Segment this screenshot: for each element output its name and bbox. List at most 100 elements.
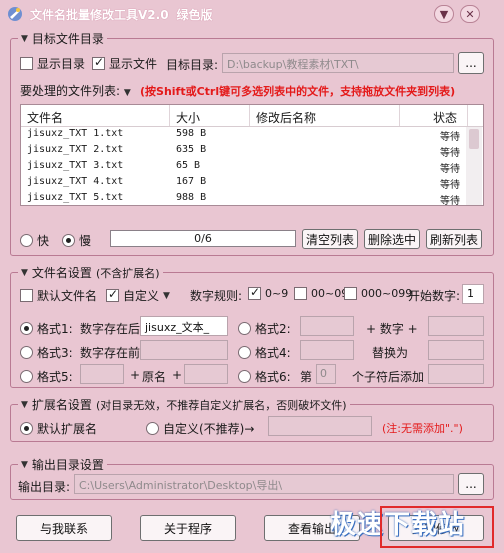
custom-ext-dot[interactable]	[146, 422, 159, 435]
collapse-triangle-icon[interactable]: ▼	[21, 400, 28, 410]
format3-dot[interactable]	[20, 346, 33, 359]
table-row[interactable]: jisuxz_TXT 5.txt 988 B 等待	[21, 191, 483, 205]
file-list-hint: (按Shift或Ctrl键可多选列表中的文件，支持拖放文件夹到列表)	[140, 85, 456, 98]
cell-filename: jisuxz_TXT 2.txt	[27, 144, 124, 155]
digit-rule-000-099-checkbox[interactable]: 000~099	[344, 287, 412, 300]
file-list-label-text: 要处理的文件列表:	[20, 84, 121, 98]
close-button[interactable]: ✕	[460, 5, 480, 23]
cell-status: 等待	[440, 164, 460, 175]
default-filename-check[interactable]	[20, 289, 33, 302]
format1-dot[interactable]	[20, 322, 33, 335]
format2-radio[interactable]: 格式2:	[238, 320, 291, 337]
output-dir-browse-button[interactable]: ...	[458, 473, 484, 495]
default-filename-checkbox[interactable]: 默认文件名	[20, 287, 97, 304]
digit-rule-0-9-check[interactable]	[248, 285, 261, 300]
refresh-list-button[interactable]: 刷新列表	[426, 229, 482, 249]
format1-input[interactable]: jisuxz_文本_	[140, 316, 228, 336]
table-row[interactable]: jisuxz_TXT 1.txt 598 B 等待	[21, 127, 483, 143]
target-dir-field[interactable]: D:\backup\教程素材\TXT\	[222, 53, 454, 73]
list-options-triangle-icon[interactable]: ▼	[124, 88, 131, 98]
show-dirs-check[interactable]	[20, 57, 33, 70]
format4-dot[interactable]	[238, 346, 251, 359]
delete-selected-button[interactable]: 删除选中	[364, 229, 420, 249]
cell-new-name	[250, 143, 400, 159]
file-list-table[interactable]: 文件名 大小 修改后名称 状态 jisuxz_TXT 1.txt 598 B 等…	[20, 104, 484, 206]
speed-fast-radio[interactable]: 快	[20, 232, 49, 249]
show-files-checkbox[interactable]: 显示文件	[92, 55, 157, 72]
col-filename[interactable]: 文件名	[21, 105, 170, 126]
format3-input[interactable]	[140, 340, 228, 360]
format2-prefix-input[interactable]	[300, 316, 354, 336]
table-scrollbar[interactable]	[466, 127, 482, 205]
cell-size: 167 B	[176, 176, 207, 187]
format5-dot[interactable]	[20, 370, 33, 383]
format2-desc: + 数字 +	[366, 322, 418, 336]
collapse-triangle-icon[interactable]: ▼	[21, 268, 28, 278]
digit-rule-0-9-label: 0~9	[265, 287, 289, 300]
collapse-triangle-icon[interactable]: ▼	[21, 34, 28, 44]
format5-prefix-input[interactable]	[80, 364, 124, 384]
show-dirs-checkbox[interactable]: 显示目录	[20, 55, 85, 72]
speed-slow-dot[interactable]	[62, 234, 75, 247]
format6-radio[interactable]: 格式6:	[238, 368, 291, 385]
digit-rule-00-09-check[interactable]	[294, 287, 307, 300]
default-ext-radio[interactable]: 默认扩展名	[20, 420, 97, 437]
format6-pre: 第	[300, 370, 313, 384]
col-new-name[interactable]: 修改后名称	[250, 105, 400, 126]
speed-fast-dot[interactable]	[20, 234, 33, 247]
table-row[interactable]: jisuxz_TXT 4.txt 167 B 等待	[21, 175, 483, 191]
format6-insert-input[interactable]	[428, 364, 484, 384]
show-files-check[interactable]	[92, 55, 105, 70]
format6-position-input[interactable]: 0	[316, 364, 336, 384]
digit-rule-000-099-check[interactable]	[344, 287, 357, 300]
contact-button[interactable]: 与我联系	[16, 515, 112, 541]
show-dirs-label: 显示目录	[37, 57, 86, 71]
format4-replace-input[interactable]	[428, 340, 484, 360]
format4-radio[interactable]: 格式4:	[238, 344, 291, 361]
start-number-input[interactable]: 1	[462, 284, 484, 304]
format5-suffix-input[interactable]	[184, 364, 228, 384]
target-dir-title-text: 目标文件目录	[31, 32, 104, 46]
format5-radio[interactable]: 格式5:	[20, 368, 73, 385]
digit-rule-00-09-label: 00~09	[311, 287, 349, 300]
col-status[interactable]: 状态	[400, 105, 468, 126]
col-size[interactable]: 大小	[170, 105, 250, 126]
format5-desc: 原名	[142, 370, 167, 384]
default-ext-dot[interactable]	[20, 422, 33, 435]
cell-filename: jisuxz_TXT 3.txt	[27, 160, 124, 171]
target-dir-browse-button[interactable]: ...	[458, 52, 484, 74]
format4-label: 格式4:	[255, 346, 291, 360]
format1-radio[interactable]: 格式1:	[20, 320, 73, 337]
format2-label: 格式2:	[255, 322, 291, 336]
format2-suffix-input[interactable]	[428, 316, 484, 336]
collapse-triangle-icon[interactable]: ▼	[21, 460, 28, 470]
custom-ext-input[interactable]	[268, 416, 372, 436]
speed-slow-radio[interactable]: 慢	[62, 232, 91, 249]
cell-new-name	[250, 159, 400, 175]
custom-dropdown-triangle-icon[interactable]: ▼	[163, 291, 170, 301]
watermark-frame	[380, 506, 494, 548]
window-title-text: 文件名批量修改工具V2.0	[30, 8, 169, 22]
cell-new-name	[250, 127, 400, 143]
format4-find-input[interactable]	[300, 340, 354, 360]
extension-settings-title: ▼ 扩展名设置 (对目录无效，不推荐自定义扩展名，否则破坏文件)	[18, 396, 350, 413]
window-title: 文件名批量修改工具V2.0 绿色版	[30, 6, 213, 23]
minimize-button[interactable]: ▼	[434, 5, 454, 23]
custom-ext-radio[interactable]: 自定义(不推荐)→	[146, 420, 254, 437]
custom-filename-check[interactable]	[106, 287, 119, 302]
cell-size: 65 B	[176, 160, 201, 171]
table-row[interactable]: jisuxz_TXT 3.txt 65 B 等待	[21, 159, 483, 175]
about-button[interactable]: 关于程序	[140, 515, 236, 541]
clear-list-button[interactable]: 清空列表	[302, 229, 358, 249]
cell-status: 等待	[440, 148, 460, 159]
table-row[interactable]: jisuxz_TXT 2.txt 635 B 等待	[21, 143, 483, 159]
scrollbar-thumb[interactable]	[469, 129, 479, 149]
custom-filename-checkbox[interactable]: 自定义 ▼	[106, 287, 170, 304]
digit-rule-00-09-checkbox[interactable]: 00~09	[294, 287, 348, 300]
output-dir-field[interactable]: C:\Users\Administrator\Desktop\导出\	[74, 474, 454, 494]
digit-rule-0-9-checkbox[interactable]: 0~9	[248, 285, 289, 300]
format3-radio[interactable]: 格式3:	[20, 344, 73, 361]
filename-settings-note: (不含扩展名)	[95, 266, 160, 280]
format2-dot[interactable]	[238, 322, 251, 335]
format6-dot[interactable]	[238, 370, 251, 383]
